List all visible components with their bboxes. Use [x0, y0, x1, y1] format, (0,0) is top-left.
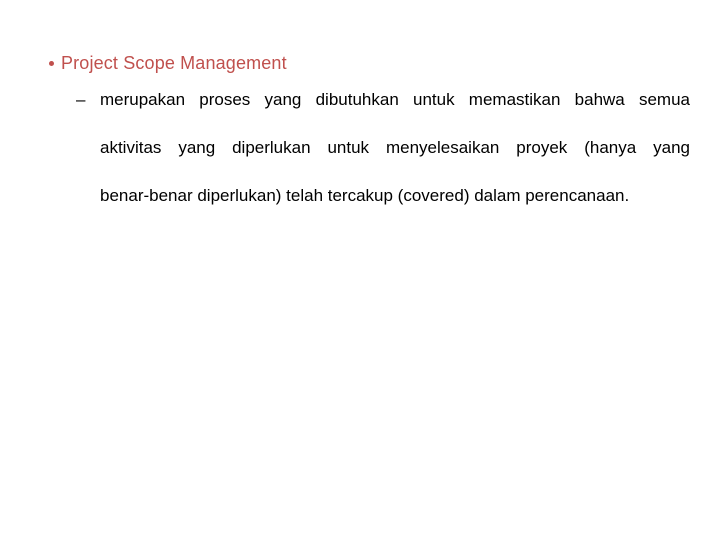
dash-marker-icon: – — [76, 90, 86, 109]
body-line: benar-benar diperlukan) telah tercakup (… — [100, 186, 630, 205]
bullet-item-level1: Project Scope Management — [40, 52, 700, 74]
bullet-item-level2: – merupakan proses yang dibutuhkan untuk… — [70, 88, 690, 208]
bullet-dot-icon — [40, 52, 61, 74]
slide-canvas: Project Scope Management – merupakan pro… — [0, 0, 720, 540]
body-line: merupakan proses yang dibutuhkan untuk m… — [100, 90, 690, 109]
body-line: aktivitas yang diperlukan untuk menyeles… — [100, 138, 690, 157]
body-paragraph: merupakan proses yang dibutuhkan untuk m… — [100, 88, 690, 208]
page-title: Project Scope Management — [61, 53, 287, 73]
